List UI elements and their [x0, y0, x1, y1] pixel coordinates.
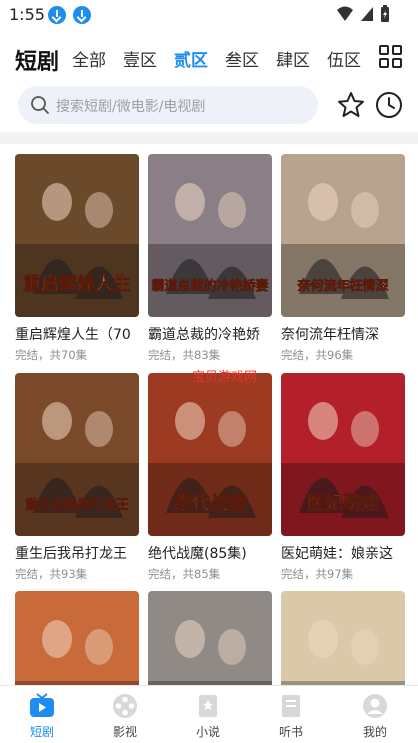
- drama-episode-info: 完结，共97集: [281, 567, 354, 581]
- drama-poster[interactable]: 重启辉煌人生: [15, 154, 139, 317]
- drama-poster[interactable]: 奈何流年枉情深: [281, 154, 405, 317]
- nav-label: 我的: [362, 725, 387, 739]
- nav-item-audiobooks[interactable]: 听书: [249, 686, 333, 743]
- divider: [0, 132, 418, 144]
- search-placeholder: 搜索短剧/微电影/电视剧: [56, 99, 206, 115]
- drama-episode-info: 完结，共85集: [148, 567, 221, 581]
- download-icon: [48, 6, 66, 24]
- poster-title: 绝代战魔: [174, 492, 246, 514]
- profile-icon: [363, 694, 387, 718]
- drama-title: 绝代战魔(85集): [148, 546, 247, 562]
- tab-all[interactable]: 全部: [72, 46, 106, 71]
- tv-icon: [30, 693, 54, 717]
- drama-card[interactable]: [281, 591, 405, 743]
- favorites-star-icon[interactable]: [336, 90, 366, 120]
- poster-title: 重生后我吊打龙王: [25, 497, 129, 513]
- drama-episode-info: 完结，共96集: [281, 348, 354, 362]
- nav-label: 影视: [112, 725, 137, 739]
- drama-card[interactable]: [148, 591, 272, 743]
- poster-title: 霸道总裁的冷艳娇妻: [151, 278, 268, 294]
- poster-title: 奈何流年枉情深: [296, 278, 388, 294]
- drama-poster[interactable]: 绝代战魔: [148, 373, 272, 536]
- book-icon: [199, 695, 217, 717]
- status-bar: 1:55: [0, 0, 418, 30]
- poster-title: 医妃萌娃: [307, 492, 379, 514]
- nav-item-movies[interactable]: 影视: [83, 686, 167, 743]
- drama-episode-info: 完结，共93集: [15, 567, 88, 581]
- tab-zone-1[interactable]: 壹区: [123, 46, 157, 71]
- drama-poster[interactable]: 霸道总裁的冷艳娇妻: [148, 154, 272, 317]
- drama-card[interactable]: 朱雀令: [15, 591, 139, 743]
- poster-title: 重启辉煌人生: [23, 273, 131, 295]
- search-input[interactable]: 搜索短剧/微电影/电视剧: [18, 86, 318, 124]
- bottom-nav: 短剧 影视 小说 听书 我的: [0, 685, 418, 743]
- history-clock-icon[interactable]: [374, 90, 404, 120]
- audiobook-icon: [282, 695, 300, 717]
- nav-item-shortdrama[interactable]: 短剧: [0, 686, 84, 743]
- drama-title: 霸道总裁的冷艳娇: [148, 327, 260, 343]
- drama-episode-info: 完结，共70集: [15, 348, 88, 362]
- tab-zone-5[interactable]: 伍区: [327, 46, 361, 71]
- drama-title: 重启辉煌人生（70: [15, 327, 131, 343]
- search-icon: [31, 96, 49, 114]
- drama-episode-info: 完结，共83集: [148, 348, 221, 362]
- drama-poster[interactable]: 医妃萌娃: [281, 373, 405, 536]
- drama-title: 奈何流年枉情深: [281, 327, 379, 343]
- grid-menu-icon[interactable]: [379, 45, 402, 68]
- drama-title: 医妃萌娃：娘亲这: [281, 546, 393, 562]
- nav-label: 短剧: [29, 725, 54, 739]
- nav-item-novels[interactable]: 小说: [166, 686, 250, 743]
- system-icons: [336, 5, 390, 23]
- film-reel-icon: [113, 694, 137, 718]
- nav-item-profile[interactable]: 我的: [333, 686, 417, 743]
- tab-zone-4[interactable]: 肆区: [276, 46, 310, 71]
- battery-icon: [381, 5, 389, 22]
- nav-label: 听书: [278, 725, 303, 739]
- watermark: 宝贝游戏网: [192, 370, 258, 385]
- wifi-icon: [337, 6, 353, 21]
- nav-label: 小说: [195, 725, 220, 739]
- tab-zone-2[interactable]: 贰区: [174, 46, 208, 71]
- drama-title: 重生后我吊打龙王: [15, 546, 127, 562]
- tab-zone-3[interactable]: 叁区: [225, 46, 259, 71]
- signal-icon: [361, 7, 373, 21]
- status-time: 1:55: [9, 5, 45, 24]
- drama-poster[interactable]: 重生后我吊打龙王: [15, 373, 139, 536]
- section-title: 短剧: [15, 50, 60, 75]
- category-tabs: 短剧 全部 壹区 贰区 叁区 肆区 伍区: [0, 38, 418, 75]
- download-icon: [73, 6, 91, 24]
